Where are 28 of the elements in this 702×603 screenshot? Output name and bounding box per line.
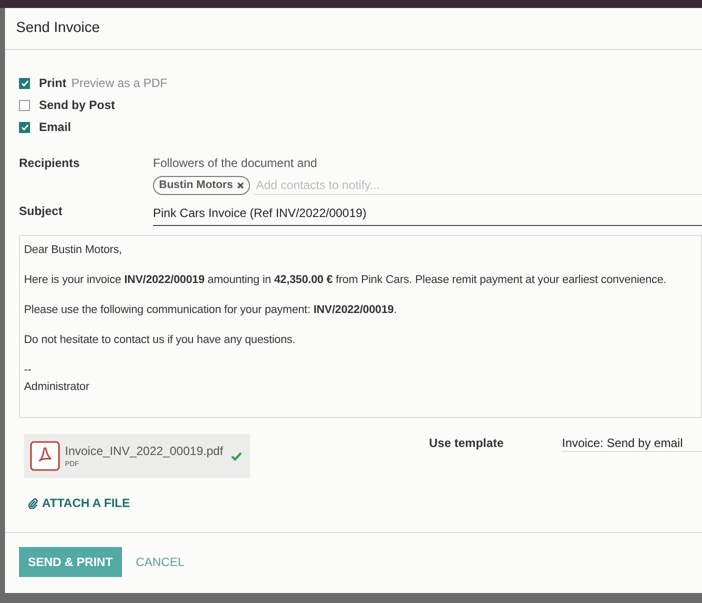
checkbox[interactable] bbox=[19, 78, 30, 88]
field-label: Use template bbox=[429, 435, 505, 452]
dialog-title: Send Invoice bbox=[16, 18, 100, 38]
recipients-input[interactable]: Add contacts to notify... bbox=[254, 176, 702, 195]
message-body-editor[interactable] bbox=[19, 235, 702, 418]
option-label: Email bbox=[39, 119, 72, 136]
message-paragraph: Administrator bbox=[24, 380, 90, 395]
file-name: Invoice_INV_2022_00019.pdf bbox=[65, 442, 224, 460]
option-label: Send by Post bbox=[39, 97, 116, 114]
checkbox[interactable] bbox=[19, 100, 30, 110]
recipient-chip[interactable]: Bustin Motors bbox=[153, 176, 250, 195]
remove-icon[interactable] bbox=[236, 182, 244, 189]
message-paragraph: Dear Bustin Motors, bbox=[24, 243, 123, 258]
field-label: Subject bbox=[19, 203, 64, 220]
subject-field[interactable]: Pink Cars Invoice (Ref INV/2022/00019) bbox=[153, 202, 702, 226]
checkbox[interactable] bbox=[19, 122, 30, 132]
message-paragraph: Do not hesitate to contact us if you have any questions. bbox=[24, 332, 296, 348]
option-label: Print bbox=[39, 75, 66, 92]
paperclip-icon bbox=[28, 498, 38, 508]
field-label: Recipients bbox=[19, 155, 81, 172]
message-paragraph: -- bbox=[24, 362, 32, 378]
attach-file-link[interactable]: ATTACH A FILE bbox=[42, 494, 130, 512]
message-paragraph: Here is your invoice INV/2022/00019 amounting in 42,350.00 € from Pink Cars. Please remit payment at your earliest convenience. bbox=[24, 272, 668, 288]
template-select[interactable]: Invoice: Send by email bbox=[562, 434, 702, 452]
recipients-note: Followers of the document and bbox=[153, 155, 318, 172]
pdf-file-icon bbox=[30, 441, 60, 471]
message-paragraph: Please use the following communication for your payment: INV/2022/00019. bbox=[24, 302, 398, 318]
option-hint: Preview as a PDF bbox=[71, 75, 168, 92]
